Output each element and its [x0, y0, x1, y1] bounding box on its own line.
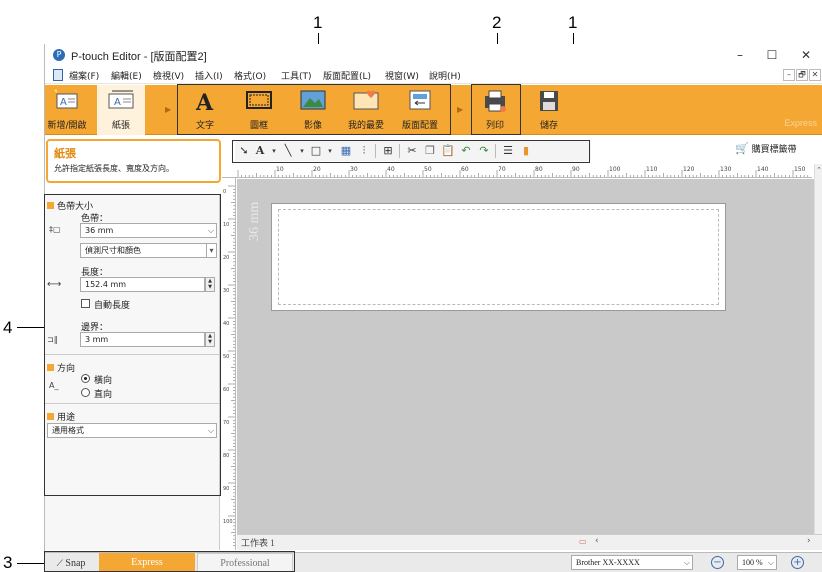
paper-label: 紙張 [111, 121, 130, 131]
menu-insert[interactable]: 插入(I) [195, 69, 223, 82]
scroll-left-icon[interactable]: ‹ [595, 536, 599, 546]
buy-labels-label: 購買標籤帶 [751, 145, 797, 155]
ruler-label: 50 [424, 166, 432, 173]
ruler-label: 30 [350, 166, 358, 173]
save-button[interactable]: 儲存 [529, 85, 569, 135]
callout-1-left: 1 [313, 13, 323, 32]
callout-line [17, 563, 44, 564]
ruler-label: 50 [223, 354, 229, 360]
ruler-label: 90 [223, 486, 229, 492]
menu-bar: 檔案(F) 編輯(E) 檢視(V) 插入(I) 格式(O) 工具(T) 版面配置… [45, 66, 822, 84]
ruler-label: 60 [223, 387, 229, 393]
ruler-label: 100 [609, 166, 621, 173]
zoom-out-button[interactable]: − [711, 556, 724, 569]
save-icon [540, 91, 558, 111]
scroll-up-icon[interactable]: ⌃ [815, 166, 822, 174]
menu-help[interactable]: 說明(H) [429, 69, 461, 82]
hint-description: 允許指定紙張長度、寬度及方向。 [54, 164, 174, 173]
zoom-select[interactable]: 100 % ⌵ [737, 555, 777, 570]
zoom-in-button[interactable]: + [791, 556, 804, 569]
new-open-icon: A [54, 89, 78, 109]
minimize-button[interactable]: – [725, 46, 755, 64]
cart-icon: 🛒 [735, 142, 749, 155]
ruler-label: 10 [223, 222, 229, 228]
close-button[interactable]: ✕ [791, 46, 821, 64]
scroll-right-icon[interactable]: › [807, 536, 811, 546]
ribbon-expand-icon[interactable]: ▶ [165, 105, 171, 114]
new-open-label: 新增/開啟 [47, 121, 87, 131]
buy-labels-link[interactable]: 🛒 購買標籤帶 [735, 142, 797, 160]
ruler-label: 110 [646, 166, 658, 173]
ruler-label: 10 [276, 166, 284, 173]
title-bar: P P-touch Editor - [版面配置2] – ☐ ✕ [45, 44, 822, 66]
ruler-label: 130 [720, 166, 732, 173]
ruler-label: 150 [794, 166, 806, 173]
menu-view[interactable]: 檢視(V) [153, 69, 184, 82]
sheet-tab[interactable]: 工作表 1 [241, 536, 275, 549]
menu-edit[interactable]: 編輯(E) [111, 69, 142, 82]
ribbon-expand-icon[interactable]: ▶ [457, 105, 463, 114]
top-ruler: 1020304050607080901001101201301401501601… [222, 164, 812, 178]
tape-width-indicator: 36 mm [247, 201, 262, 241]
ruler-label: 40 [223, 321, 229, 327]
callout-4: 4 [3, 318, 13, 337]
mdi-close-button[interactable]: ✕ [809, 69, 821, 81]
ruler-label: 0 [223, 189, 226, 195]
printable-area [278, 209, 719, 305]
ruler-label: 70 [498, 166, 506, 173]
callout-box-print [471, 84, 521, 135]
mdi-minimize-button[interactable]: – [783, 69, 795, 81]
callout-line [17, 327, 44, 328]
sheet-tab-bar: 工作表 1 ▭ ‹ › [237, 534, 822, 550]
menu-file[interactable]: 檔案(F) [69, 69, 99, 82]
ruler-label: 90 [572, 166, 580, 173]
callout-3: 3 [3, 553, 13, 572]
ruler-label: 60 [461, 166, 469, 173]
chevron-down-icon: ⌵ [683, 558, 690, 567]
maximize-button[interactable]: ☐ [757, 46, 787, 64]
save-label: 儲存 [539, 121, 558, 131]
ruler-label: 80 [223, 453, 229, 459]
ruler-label: 30 [223, 288, 229, 294]
ruler-label: 40 [387, 166, 395, 173]
new-open-button[interactable]: A 新增/開啟 [47, 85, 87, 135]
menu-layout[interactable]: 版面配置(L) [323, 69, 371, 82]
menu-format[interactable]: 格式(O) [234, 69, 266, 82]
window-title: P-touch Editor - [版面配置2] [71, 51, 207, 63]
callout-box-ribbon-tools [177, 84, 451, 135]
mdi-restore-button[interactable]: 🗗 [796, 69, 808, 81]
sheet-marker-icon: ▭ [579, 537, 587, 546]
callout-box-mode-tabs [44, 551, 295, 572]
callout-box-properties [44, 194, 221, 496]
ruler-label: 120 [683, 166, 695, 173]
hint-box: 紙張 允許指定紙張長度、寬度及方向。 [46, 139, 221, 183]
printer-select[interactable]: Brother XX-XXXX ⌵ [571, 555, 693, 570]
ruler-label: 70 [223, 420, 229, 426]
chevron-down-icon: ⌵ [767, 558, 774, 567]
left-ruler: 0102030405060708090100110 [222, 178, 236, 550]
menu-window[interactable]: 視窗(W) [385, 69, 419, 82]
screenshot-root: 1 2 1 4 3 P P-touch Editor - [版面配置2] – ☐… [0, 0, 822, 572]
ruler-label: 80 [535, 166, 543, 173]
callout-box-draw-toolbar [232, 140, 590, 163]
layout-canvas[interactable]: 36 mm [237, 179, 814, 550]
ribbon-mode-label: Express [784, 118, 817, 128]
app-logo-icon: P [53, 49, 65, 61]
callout-1-right: 1 [568, 13, 578, 32]
paper-icon: A [108, 90, 134, 109]
label-paper[interactable] [271, 203, 726, 311]
ruler-label: 20 [313, 166, 321, 173]
ruler-label: 20 [223, 255, 229, 261]
menu-tools[interactable]: 工具(T) [281, 69, 312, 82]
vertical-scrollbar[interactable]: ⌃ ⌄ [814, 164, 822, 550]
paper-button[interactable]: A 紙張 [97, 85, 145, 135]
ruler-label: 140 [757, 166, 769, 173]
svg-text:A: A [114, 97, 121, 108]
hint-title: 紙張 [54, 147, 76, 160]
callout-2: 2 [492, 13, 502, 32]
document-icon[interactable] [53, 69, 63, 81]
ruler-label: 100 [223, 519, 233, 525]
svg-text:A: A [60, 97, 67, 108]
